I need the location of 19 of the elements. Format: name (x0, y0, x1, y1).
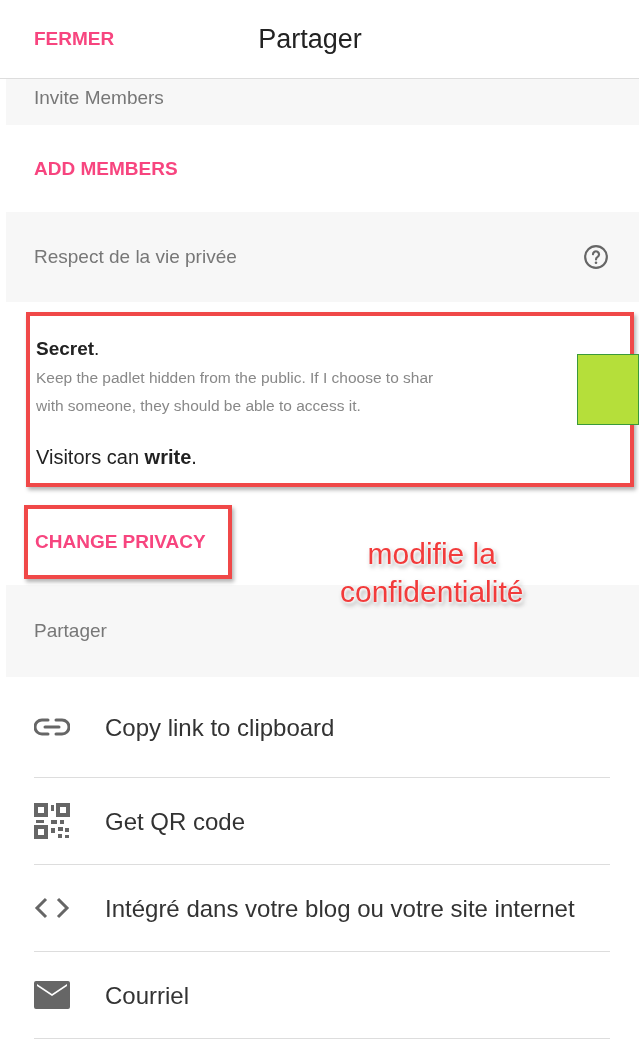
privacy-level: Secret. (36, 338, 101, 360)
section-title: Respect de la vie privée (34, 246, 237, 268)
qr-code-icon (34, 803, 70, 839)
privacy-description: with someone, they should be able to access it. (36, 396, 362, 416)
code-icon (34, 897, 70, 919)
share-option[interactable]: Copy link to clipboard (34, 677, 610, 778)
share-option[interactable]: Courriel (34, 952, 610, 1039)
privacy-description: Keep the padlet hidden from the public. If I choose to shar (36, 368, 435, 388)
share-option[interactable]: Get QR code (34, 778, 610, 865)
visitor-permission: Visitors can write. (36, 446, 198, 469)
help-icon[interactable] (583, 244, 609, 270)
section-title: Invite Members (34, 87, 164, 109)
dialog-title: Partager (258, 23, 362, 55)
section-title: Partager (34, 620, 107, 642)
annotation-text: modifie la confidentialité (340, 536, 524, 610)
link-icon (34, 717, 70, 737)
envelope-icon (34, 981, 70, 1009)
overlay-square (577, 354, 639, 425)
share-option[interactable]: Intégré dans votre blog ou votre site internet (34, 865, 610, 952)
